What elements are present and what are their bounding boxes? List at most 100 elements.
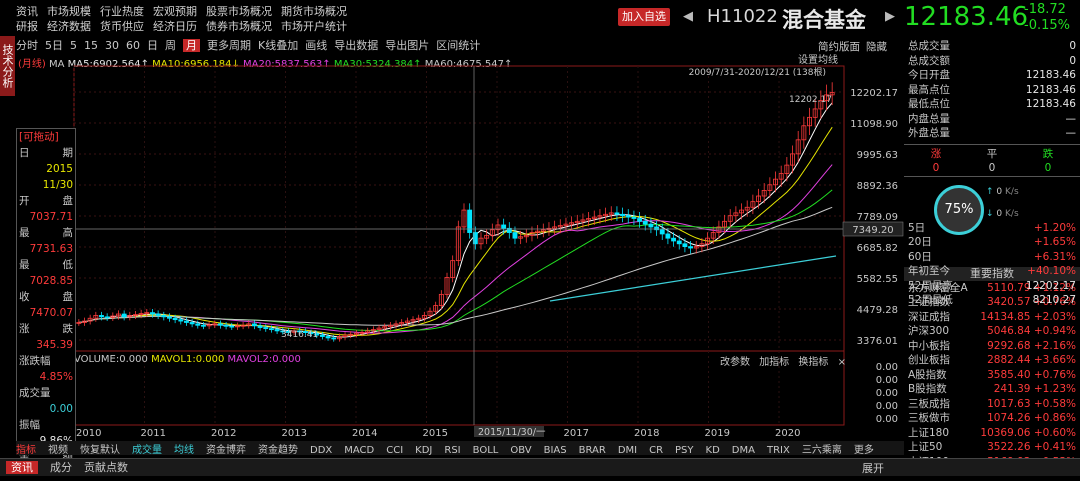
index-pct: +0.60% xyxy=(1033,426,1076,439)
index-quote: 3585.40 +0.76% xyxy=(987,368,1076,383)
indicator-tab[interactable]: 更多 xyxy=(854,445,874,456)
y-tick: 4479.28 xyxy=(857,305,898,316)
index-value: 3585.40 xyxy=(987,368,1031,381)
info-row: 345.39 xyxy=(17,337,75,353)
add-indicator-button[interactable]: 加指标 xyxy=(759,357,789,368)
stat-label: 最高点位 xyxy=(908,83,950,96)
vol-tick: 0.00 xyxy=(876,401,898,412)
info-key: 振幅 xyxy=(19,419,40,431)
info-val: 盘 xyxy=(62,195,74,207)
index-value: 3522.26 xyxy=(987,441,1031,453)
indicator-tab[interactable]: BRAR xyxy=(579,445,606,456)
switch-indicator-button[interactable]: 换指标 xyxy=(798,357,828,368)
index-row[interactable]: 沪深300 5046.84 +0.94% xyxy=(904,324,1080,339)
index-name: 沪深300 xyxy=(908,325,950,337)
indicator-tab[interactable]: DDX xyxy=(310,445,332,456)
index-row[interactable]: A股指数 3585.40 +0.76% xyxy=(904,368,1080,383)
expand-button[interactable]: 展开 xyxy=(862,460,884,476)
index-pct: +0.86% xyxy=(1033,412,1076,424)
indicator-tab[interactable]: RSI xyxy=(444,445,460,456)
candle-body xyxy=(201,324,206,327)
candle-body xyxy=(642,220,648,225)
grid xyxy=(73,66,844,425)
index-name: 中小板指 xyxy=(908,339,950,352)
perf-label: 5日 xyxy=(908,221,926,234)
candle-body xyxy=(274,329,280,332)
indicator-tab[interactable]: MACD xyxy=(344,445,374,456)
crosshair-info-panel[interactable]: [可拖动] 日期 2015 11/30 开盘 7037.71 最高 7731.63 最低 702… xyxy=(16,128,76,479)
change-params-button[interactable]: 改参数 xyxy=(720,357,750,368)
candle-body xyxy=(688,246,693,249)
up-count: 0 xyxy=(932,162,940,174)
index-value: 1017.63 xyxy=(987,397,1031,410)
candle-body xyxy=(512,232,518,239)
indicator-tab[interactable]: KD xyxy=(706,445,720,456)
index-row[interactable]: 深证成指 14134.85 +2.03% xyxy=(904,310,1080,325)
indicator-tab[interactable]: KDJ xyxy=(415,445,432,456)
perf-value: +40.10% xyxy=(1027,265,1076,277)
info-key: 最 xyxy=(19,227,30,239)
info-key: 日 xyxy=(19,147,30,159)
extra-overlay-line xyxy=(549,255,837,302)
close-icon[interactable]: × xyxy=(838,357,846,368)
indicator-tab[interactable]: DMI xyxy=(618,445,637,456)
volume-axis: 0.00 0.00 0.00 0.00 0.00 xyxy=(876,362,898,425)
index-value: 5046.84 xyxy=(987,325,1031,337)
indicator-tab[interactable]: 均线 xyxy=(174,445,194,456)
indicator-tab[interactable]: 资金博弈 xyxy=(206,445,246,456)
index-row[interactable]: 上证180 10369.06 +0.60% xyxy=(904,426,1080,441)
index-row[interactable]: 上证50 3522.26 +0.41% xyxy=(904,440,1080,455)
index-row[interactable]: 创业板指 2882.44 +3.66% xyxy=(904,353,1080,368)
index-value: 9292.68 xyxy=(987,339,1031,352)
info-row: 收盘 xyxy=(17,289,75,305)
indicator-tab[interactable]: OBV xyxy=(510,445,531,456)
indicator-tab[interactable]: CR xyxy=(649,445,663,456)
candle-body xyxy=(620,213,626,217)
info-row: 4.85% xyxy=(17,369,75,385)
perf-label: 52周最高 xyxy=(908,279,953,292)
index-quote: 10369.06 +0.60% xyxy=(980,426,1076,441)
indicator-tab[interactable]: PSY xyxy=(675,445,694,456)
indicator-tab[interactable]: 三六乘离 xyxy=(802,445,842,456)
indicator-tab[interactable]: BOLL xyxy=(473,445,499,456)
index-name: 深证成指 xyxy=(908,310,950,323)
index-value: 10369.06 xyxy=(980,426,1031,439)
stat-row: 总成交额 0 xyxy=(904,54,1080,69)
index-row[interactable]: 三板成指 1017.63 +0.58% xyxy=(904,397,1080,412)
indicator-tab[interactable]: DMA xyxy=(732,445,755,456)
index-row[interactable]: B股指数 241.39 +1.23% xyxy=(904,382,1080,397)
stat-row: 今日开盘 12183.46 xyxy=(904,68,1080,83)
indicator-tab[interactable]: 恢复默认 xyxy=(80,445,120,456)
candle-body xyxy=(637,218,643,222)
footer-tab-news[interactable]: 资讯 xyxy=(6,461,38,474)
indicator-tab[interactable]: CCI xyxy=(386,445,403,456)
indicator-tab[interactable]: TRIX xyxy=(767,445,790,456)
info-val: 11/30 xyxy=(42,179,73,191)
indicator-tab[interactable]: BIAS xyxy=(544,445,567,456)
index-pct: +0.76% xyxy=(1033,368,1076,381)
indicator-tab[interactable]: 指标 xyxy=(16,445,36,456)
indicator-tab[interactable]: 成交量 xyxy=(132,445,162,456)
info-key: 收 xyxy=(19,291,30,303)
footer-tab-contribution[interactable]: 贡献点数 xyxy=(84,461,128,474)
index-row[interactable]: 中小板指 9292.68 +2.16% xyxy=(904,339,1080,354)
candle-body xyxy=(99,315,104,318)
perf-value: +1.65% xyxy=(1033,236,1076,248)
stat-value: — xyxy=(1065,112,1077,125)
info-key: 开 xyxy=(19,195,30,207)
y-tick: 11098.90 xyxy=(850,119,898,130)
perf-label: 20日 xyxy=(908,236,932,248)
volume-controls: 改参数 加指标 换指标 × xyxy=(720,353,846,368)
info-row: 7731.63 xyxy=(17,241,75,257)
indicator-tab[interactable]: 视频 xyxy=(48,445,68,456)
date-range-label: 2009/7/31-2020/12/21 (138根) xyxy=(689,66,826,78)
footer-tab-components[interactable]: 成分 xyxy=(50,461,72,474)
index-value: 2882.44 xyxy=(987,354,1031,366)
ma-settings-link[interactable]: 设置均线 xyxy=(798,53,838,66)
perf-value: +1.20% xyxy=(1033,221,1076,234)
indicator-tab[interactable]: 资金趋势 xyxy=(258,445,298,456)
candle-body xyxy=(325,336,331,339)
index-pct: +3.66% xyxy=(1033,354,1076,366)
index-row[interactable]: 三板做市 1074.26 +0.86% xyxy=(904,411,1080,426)
candle-body xyxy=(331,337,337,340)
